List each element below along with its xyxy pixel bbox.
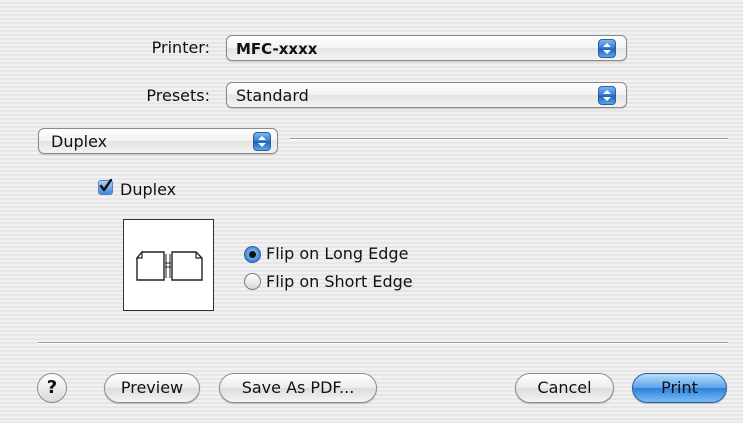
panel-popup[interactable]: Duplex xyxy=(38,128,278,154)
flip-short-edge-radio[interactable] xyxy=(244,273,261,290)
cancel-button[interactable]: Cancel xyxy=(515,373,614,403)
panel-value: Duplex xyxy=(51,132,108,151)
printer-value: MFC-xxxx xyxy=(236,40,318,58)
duplex-long-edge-icon xyxy=(135,250,203,281)
checkmark-icon xyxy=(99,178,113,192)
save-as-pdf-button[interactable]: Save As PDF... xyxy=(219,373,377,403)
updown-arrows-icon xyxy=(598,86,616,105)
panel-divider xyxy=(290,138,728,139)
presets-label: Presets: xyxy=(146,86,210,105)
flip-long-edge-label: Flip on Long Edge xyxy=(266,244,409,263)
flip-short-edge-label: Flip on Short Edge xyxy=(266,272,413,291)
flip-long-edge-radio[interactable] xyxy=(244,246,261,263)
updown-arrows-icon xyxy=(598,39,616,58)
duplex-checkbox-label: Duplex xyxy=(120,180,177,199)
presets-value: Standard xyxy=(236,86,309,105)
printer-label: Printer: xyxy=(151,38,210,57)
printer-popup[interactable]: MFC-xxxx xyxy=(226,35,627,61)
updown-arrows-icon xyxy=(253,132,271,151)
duplex-preview-box xyxy=(123,219,214,311)
presets-popup[interactable]: Standard xyxy=(226,82,627,108)
preview-button[interactable]: Preview xyxy=(104,373,200,403)
duplex-checkbox[interactable] xyxy=(98,178,113,195)
help-button[interactable]: ? xyxy=(37,373,67,403)
print-button[interactable]: Print xyxy=(632,373,727,403)
bottom-divider xyxy=(38,342,728,343)
